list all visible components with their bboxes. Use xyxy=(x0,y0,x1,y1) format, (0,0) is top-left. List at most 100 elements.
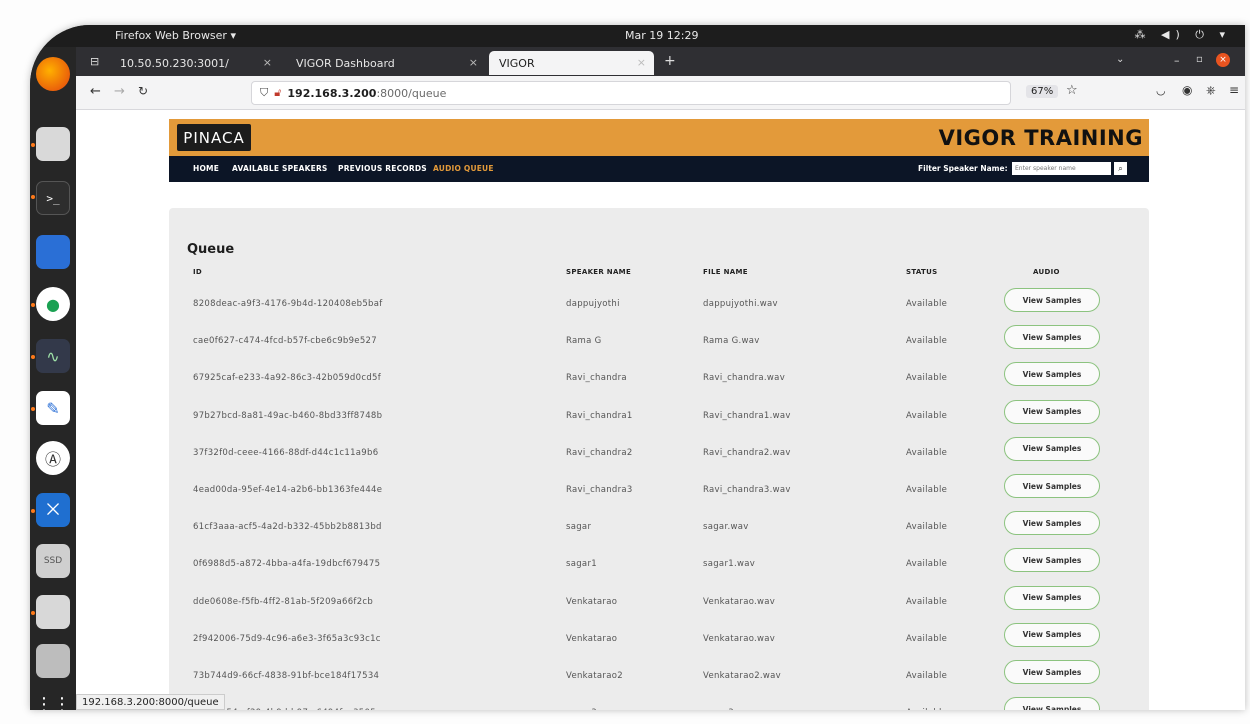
row-speaker-name: Venkatarao xyxy=(566,633,618,644)
browser-tab-bar: ⊟ 10.50.50.230:3001/ × VIGOR Dashboard ×… xyxy=(76,47,1245,76)
row-speaker-name: sagar1 xyxy=(566,559,597,570)
running-indicator xyxy=(31,143,35,147)
list-all-tabs-icon[interactable]: ⌄ xyxy=(1116,54,1124,65)
pocket-icon[interactable]: ◡ xyxy=(1156,84,1166,97)
zoom-level-badge[interactable]: 67% xyxy=(1026,85,1059,98)
writer-icon[interactable] xyxy=(36,235,70,269)
forward-icon[interactable]: → xyxy=(114,84,125,99)
row-status: Available xyxy=(906,485,948,495)
view-samples-button[interactable]: View Samples xyxy=(1004,697,1100,710)
usb-drive-icon[interactable] xyxy=(36,644,70,678)
text-editor-icon[interactable]: ✎ xyxy=(36,391,70,425)
nav-home[interactable]: HOME xyxy=(193,164,219,173)
queue-title: Queue xyxy=(187,242,235,257)
table-row: 73b744d9-66cf-4838-91bf-bce184f17534 Venk… xyxy=(169,660,1149,708)
row-status: Available xyxy=(906,299,948,309)
row-id: 8208deac-a9f3-4176-9b4d-120408eb5baf xyxy=(193,299,383,309)
url-bar[interactable]: ⛉ 🔓︎ 192.168.3.200:8000/queue xyxy=(251,81,1011,105)
row-status: Available xyxy=(906,410,948,421)
back-icon[interactable]: ← xyxy=(90,84,101,99)
insecure-lock-icon[interactable]: 🔓︎ xyxy=(274,86,281,100)
tab-label: VIGOR Dashboard xyxy=(296,56,395,70)
vscode-icon[interactable]: ⨉ xyxy=(36,493,70,527)
view-samples-button[interactable]: View Samples xyxy=(1004,548,1100,573)
search-button[interactable]: ⌕ xyxy=(1114,162,1127,175)
view-samples-button[interactable]: View Samples xyxy=(1004,436,1100,461)
view-samples-button[interactable]: View Samples xyxy=(1004,585,1100,610)
row-status: Available xyxy=(906,633,948,644)
row-id: 0f6988d5-a872-4bba-a4fa-19dbcf679475 xyxy=(193,559,381,570)
row-file-name: sagar3.wav xyxy=(703,708,755,710)
row-id: cae0f627-c474-4fcd-b57f-cbe6c9b9e527 xyxy=(193,336,377,347)
running-indicator xyxy=(31,355,35,359)
tracking-shield-icon[interactable]: ⛉ xyxy=(260,86,268,100)
minimize-window-icon[interactable]: – xyxy=(1174,54,1180,67)
close-window-icon[interactable]: × xyxy=(1216,53,1230,67)
row-id: 73b744d9-66cf-4838-91bf-bce184f17534 xyxy=(193,671,380,681)
tab-label: 10.50.50.230:3001/ xyxy=(120,56,229,70)
close-tab-icon[interactable]: × xyxy=(263,56,272,69)
table-row: cae0f627-c474-4fcd-b57f-cbe6c9b9e527 Rama… xyxy=(169,325,1149,373)
disk-drive-icon[interactable] xyxy=(36,595,70,629)
system-tray[interactable]: ⁂ ◀) ⏻ ▾ xyxy=(1135,28,1231,42)
reload-icon[interactable]: ↻ xyxy=(138,84,148,98)
row-file-name: Venkatarao.wav xyxy=(703,596,776,607)
maximize-window-icon[interactable]: ▫ xyxy=(1196,54,1203,65)
system-clock[interactable]: Mar 19 12:29 xyxy=(625,29,698,42)
close-tab-icon[interactable]: × xyxy=(637,56,646,69)
extensions-icon[interactable]: ⎈ xyxy=(1206,83,1216,98)
row-status: Available xyxy=(906,671,948,681)
view-samples-button[interactable]: View Samples xyxy=(1004,660,1100,684)
bookmark-star-icon[interactable]: ☆ xyxy=(1066,83,1078,98)
row-speaker-name: sagar3 xyxy=(566,708,597,710)
mongodb-compass-icon[interactable]: ● xyxy=(36,287,70,321)
view-samples-button[interactable]: View Samples xyxy=(1004,474,1100,498)
row-file-name: Ravi_chandra3.wav xyxy=(703,485,791,495)
ssd-drive-icon[interactable]: SSD xyxy=(36,544,70,578)
active-app-menu[interactable]: Firefox Web Browser ▾ xyxy=(115,29,236,42)
show-apps-icon[interactable]: ⋮⋮ xyxy=(35,687,71,711)
account-icon[interactable]: ◉ xyxy=(1182,83,1192,97)
table-row: dde0608e-f5fb-4ff2-81ab-5f209a66f2cb Venk… xyxy=(169,585,1149,634)
screenshot-frame: Firefox Web Browser ▾ Mar 19 12:29 ⁂ ◀) … xyxy=(0,0,1250,724)
view-samples-button[interactable]: View Samples xyxy=(1004,325,1100,350)
nav-available-speakers[interactable]: AVAILABLE SPEAKERS xyxy=(232,164,328,173)
terminal-icon[interactable]: >_ xyxy=(36,181,70,215)
row-speaker-name: Venkatarao xyxy=(566,596,618,607)
app-menu-icon[interactable]: ≡ xyxy=(1229,83,1239,97)
row-status: Available xyxy=(906,708,947,710)
pinaca-logo[interactable]: PINACA xyxy=(177,124,251,151)
tab-list-icon[interactable]: ⊟ xyxy=(90,55,99,68)
row-file-name: sagar.wav xyxy=(703,522,749,533)
software-center-icon[interactable]: Ⓐ xyxy=(36,441,70,475)
view-samples-button[interactable]: View Samples xyxy=(1004,622,1100,647)
nav-previous-records[interactable]: PREVIOUS RECORDS xyxy=(338,164,427,173)
table-row: 61cf3aaa-acf5-4a2d-b332-45bb2b8813bd saga… xyxy=(169,511,1149,559)
row-status: Available xyxy=(906,522,948,533)
table-row: 97b27bcd-8a81-49ac-b460-8bd33ff8748b Ravi… xyxy=(169,399,1149,448)
table-row: 37f32f0d-ceee-4166-88df-d44c1c11a9b6 Ravi… xyxy=(169,436,1149,485)
view-samples-button[interactable]: View Samples xyxy=(1004,288,1100,312)
close-tab-icon[interactable]: × xyxy=(469,56,478,69)
filter-speaker-input[interactable] xyxy=(1012,162,1111,175)
tab-server-3001[interactable]: 10.50.50.230:3001/ × xyxy=(110,51,280,75)
nav-audio-queue[interactable]: AUDIO QUEUE xyxy=(433,164,494,173)
firefox-icon[interactable] xyxy=(36,57,70,91)
tab-vigor-dashboard[interactable]: VIGOR Dashboard × xyxy=(286,51,486,75)
row-id: 67925caf-e233-4a92-86c3-42b059d0cd5f xyxy=(193,373,382,384)
new-tab-icon[interactable]: + xyxy=(664,53,676,69)
row-status: Available xyxy=(906,596,948,607)
system-top-bar: Firefox Web Browser ▾ Mar 19 12:29 ⁂ ◀) … xyxy=(30,25,1245,47)
queue-panel: Queue ID SPEAKER NAME FILE NAME STATUS A… xyxy=(169,208,1149,710)
files-icon[interactable] xyxy=(36,127,70,161)
row-file-name: Ravi_chandra1.wav xyxy=(703,410,791,421)
view-samples-button[interactable]: View Samples xyxy=(1004,362,1100,387)
page-viewport: PINACA VIGOR TRAINING HOME AVAILABLE SPE… xyxy=(76,110,1245,710)
tab-vigor[interactable]: VIGOR × xyxy=(489,51,654,75)
view-samples-button[interactable]: View Samples xyxy=(1004,399,1100,424)
row-id: 37f32f0d-ceee-4166-88df-d44c1c11a9b6 xyxy=(193,447,379,458)
system-monitor-icon[interactable]: ∿ xyxy=(36,339,70,373)
row-file-name: Ravi_chandra.wav xyxy=(703,373,786,384)
column-header-audio: AUDIO xyxy=(1033,268,1060,276)
view-samples-button[interactable]: View Samples xyxy=(1004,511,1100,536)
